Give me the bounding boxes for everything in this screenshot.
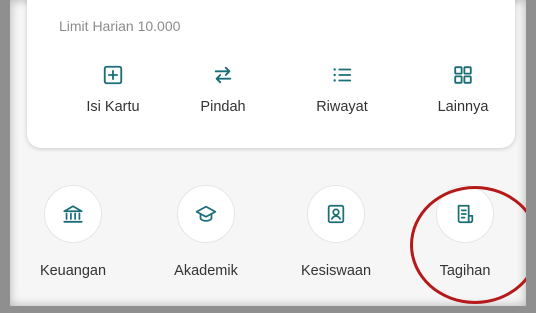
transfer-button[interactable]: Pindah xyxy=(173,64,273,115)
history-button[interactable]: Riwayat xyxy=(292,64,392,115)
bill-icon xyxy=(457,204,474,224)
bank-icon xyxy=(63,205,83,223)
more-button[interactable]: Lainnya xyxy=(413,64,513,115)
top-up-label: Isi Kartu xyxy=(86,99,140,115)
more-label: Lainnya xyxy=(437,99,489,115)
top-up-button[interactable]: Isi Kartu xyxy=(63,64,163,115)
plus-square-icon xyxy=(103,65,123,85)
menu-item-tagihan[interactable]: Tagihan xyxy=(410,185,520,279)
menu-item-kesiswaan[interactable]: Kesiswaan xyxy=(281,185,391,279)
daily-limit-text: Limit Harian 10.000 xyxy=(59,18,181,34)
menu-label: Akademik xyxy=(174,263,238,279)
menu-label: Tagihan xyxy=(439,263,491,279)
transfer-arrows-icon xyxy=(214,66,232,84)
menu-icon-circle xyxy=(307,185,365,243)
menu-item-akademik[interactable]: Akademik xyxy=(151,185,261,279)
menu-item-keuangan[interactable]: Keuangan xyxy=(18,185,128,279)
balance-card: Limit Harian 10.000 Isi Kartu Pindah Riw xyxy=(27,0,515,148)
app-screen: Limit Harian 10.000 Isi Kartu Pindah Riw xyxy=(10,0,526,306)
grid-icon xyxy=(454,66,472,84)
menu-label: Keuangan xyxy=(39,263,107,279)
transfer-label: Pindah xyxy=(200,99,246,115)
menu-icon-circle xyxy=(436,185,494,243)
graduation-cap-icon xyxy=(195,205,217,222)
student-id-icon xyxy=(327,204,345,224)
list-icon xyxy=(333,68,352,82)
menu-label: Kesiswaan xyxy=(300,263,372,279)
menu-icon-circle xyxy=(177,185,235,243)
history-label: Riwayat xyxy=(316,99,368,115)
menu-icon-circle xyxy=(44,185,102,243)
